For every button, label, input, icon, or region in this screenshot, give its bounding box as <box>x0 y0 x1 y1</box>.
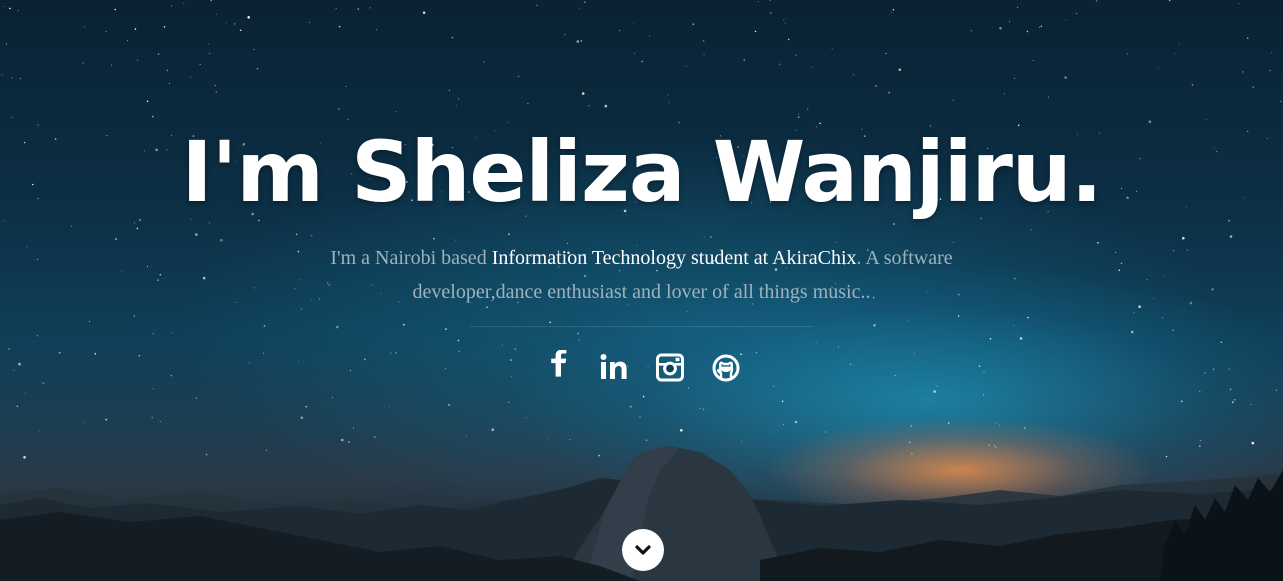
github-icon <box>712 354 739 382</box>
instagram-icon <box>655 353 684 382</box>
github-link[interactable] <box>711 350 741 384</box>
chevron-down-icon <box>635 545 651 555</box>
hero-headline: I'm Sheliza Wanjiru. <box>181 123 1102 221</box>
divider <box>470 326 813 327</box>
instagram-link[interactable] <box>655 350 685 384</box>
intro-text-start: I'm a Nairobi based <box>330 247 492 269</box>
social-links <box>0 350 1283 384</box>
facebook-link[interactable] <box>543 350 573 384</box>
hero-intro: I'm a Nairobi based Information Technolo… <box>270 241 1013 309</box>
intro-highlight: Information Technology student at AkiraC… <box>491 247 857 269</box>
scroll-down-button[interactable] <box>622 529 664 571</box>
facebook-icon <box>550 350 566 377</box>
linkedin-icon <box>600 354 627 379</box>
hero-section: I'm Sheliza Wanjiru. I'm a Nairobi based… <box>0 0 1283 581</box>
linkedin-link[interactable] <box>599 350 629 384</box>
